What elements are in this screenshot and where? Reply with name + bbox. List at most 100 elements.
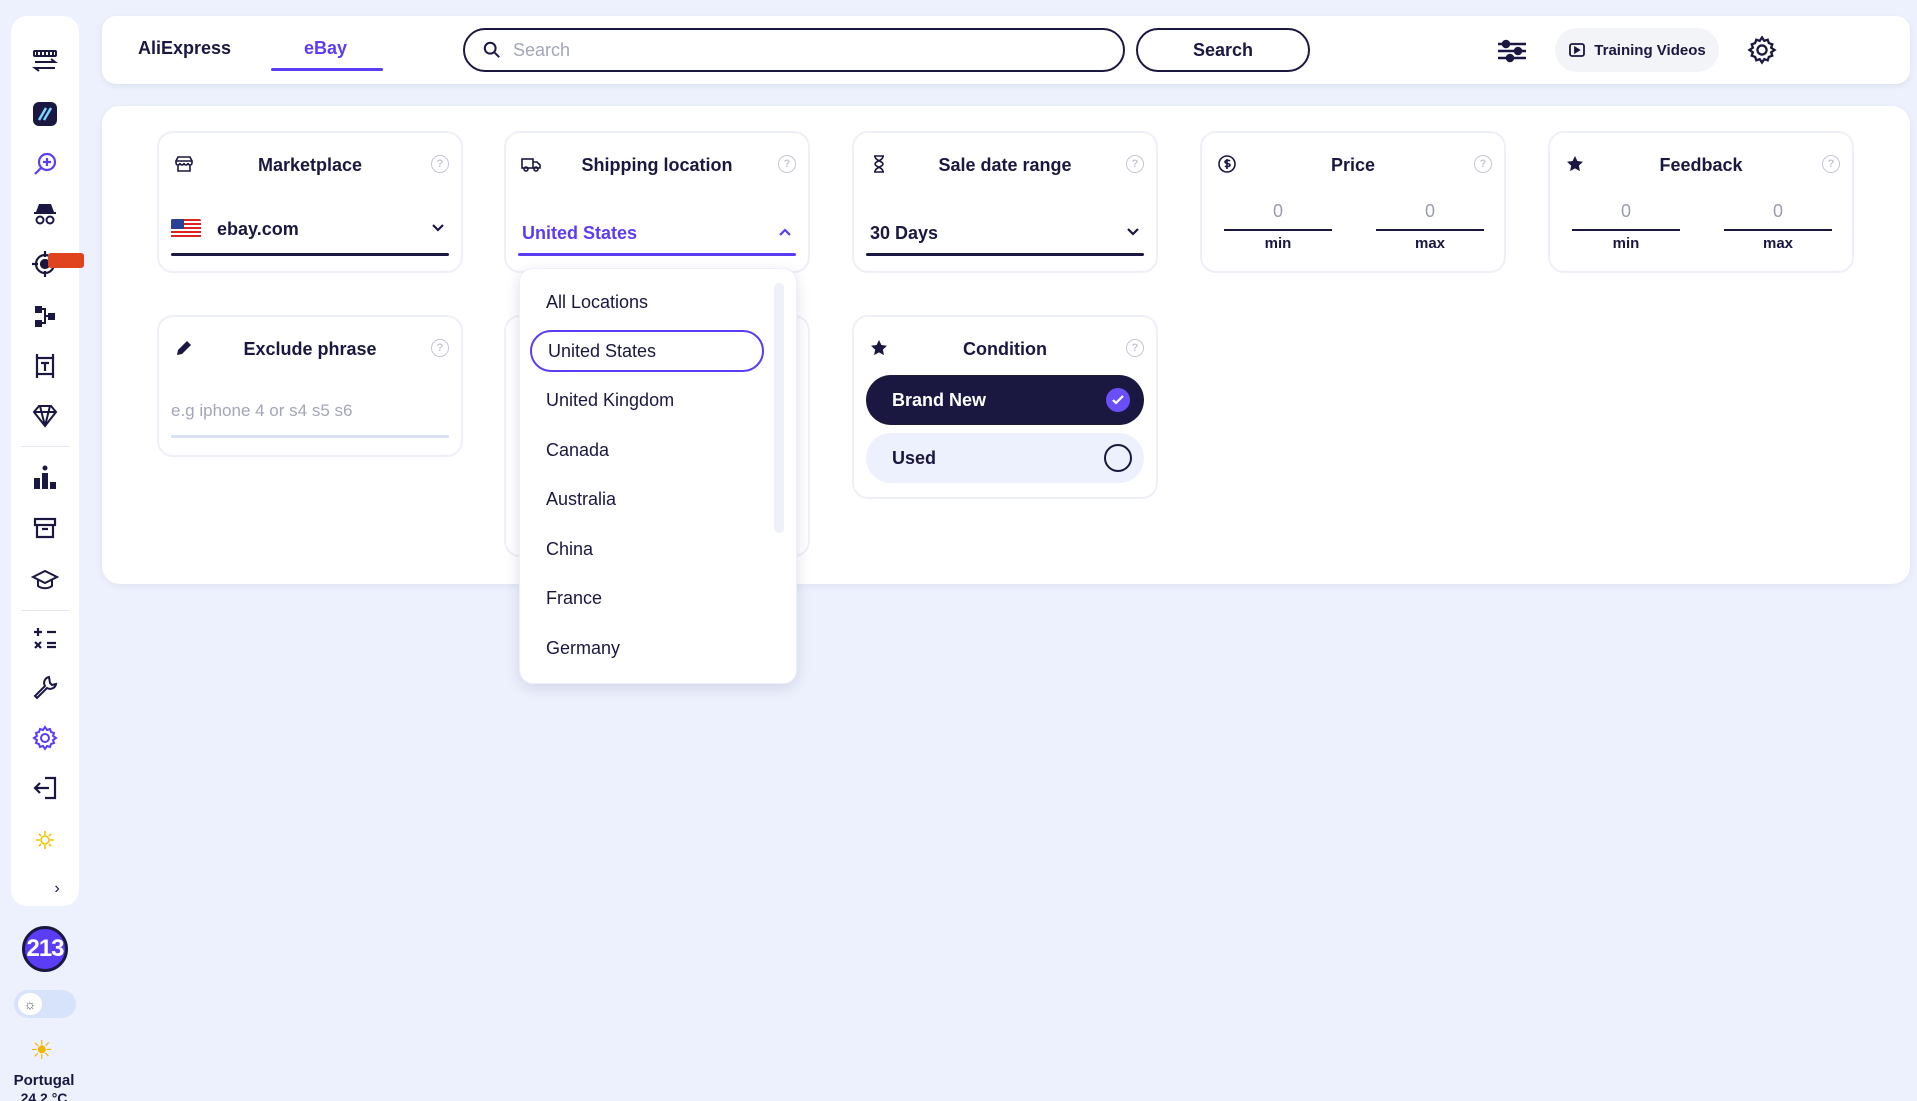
help-icon[interactable]: ?	[778, 155, 796, 173]
price-min-field[interactable]: 0 min	[1224, 201, 1332, 252]
dropdown-scrollbar[interactable]	[774, 283, 784, 533]
sidebar	[11, 16, 84, 906]
filter-sliders-icon[interactable]	[1496, 38, 1528, 64]
gear-icon[interactable]	[1746, 34, 1778, 66]
price-card: Price ? 0 min 0 max	[1200, 131, 1506, 273]
radio-icon	[1104, 444, 1132, 472]
shipping-location-underline	[518, 253, 796, 256]
theme-toggle[interactable]: ☼	[14, 990, 76, 1018]
topbar: AliExpress eBay Search Training Videos	[102, 16, 1910, 84]
feedback-max-label: max	[1762, 235, 1794, 252]
flow-icon[interactable]	[27, 298, 63, 334]
dropdown-option[interactable]: Germany	[530, 627, 764, 669]
dropdown-option[interactable]: China	[530, 528, 764, 570]
feedback-max-value[interactable]: 0	[1724, 201, 1832, 225]
feedback-max-underline	[1724, 229, 1832, 231]
feedback-min-value[interactable]: 0	[1572, 201, 1680, 225]
training-videos-label: Training Videos	[1594, 41, 1706, 59]
sale-date-range-title: Sale date range	[938, 155, 1072, 175]
us-flag-icon	[171, 219, 201, 239]
ranking-icon[interactable]	[27, 460, 63, 496]
crop-icon[interactable]	[27, 348, 63, 384]
settings-icon[interactable]	[27, 720, 63, 756]
marketplace-select[interactable]: ebay.com	[171, 209, 449, 249]
condition-card: Condition ? Brand New Used	[852, 315, 1158, 499]
sale-date-range-card: Sale date range ? 30 Days	[852, 131, 1158, 273]
help-icon[interactable]: ?	[1822, 155, 1840, 173]
price-min-label: min	[1264, 235, 1292, 252]
dropdown-option[interactable]: Australia	[530, 478, 764, 520]
feedback-title: Feedback	[1659, 155, 1743, 175]
marketplace-underline	[171, 253, 449, 256]
exclude-phrase-input[interactable]	[171, 401, 449, 421]
help-icon[interactable]: ?	[1474, 155, 1492, 173]
feedback-card: Feedback ? 0 min 0 max	[1548, 131, 1854, 273]
feedback-min-label: min	[1612, 235, 1640, 252]
marketplace-title: Marketplace	[257, 155, 363, 175]
dropdown-option-selected[interactable]: United States	[530, 330, 764, 372]
theme-light-icon: ☼	[18, 993, 42, 1015]
chevron-up-icon	[779, 228, 791, 236]
feedback-max-field[interactable]: 0 max	[1724, 201, 1832, 252]
app-logo-icon[interactable]	[27, 96, 63, 132]
training-videos-button[interactable]: Training Videos	[1555, 28, 1719, 72]
price-min-underline	[1224, 229, 1332, 231]
sidebar-divider	[21, 610, 69, 611]
dropdown-option[interactable]: United Kingdom	[530, 379, 764, 421]
exclude-phrase-title: Exclude phrase	[243, 339, 377, 359]
feedback-min-field[interactable]: 0 min	[1572, 201, 1680, 252]
search-product-icon[interactable]	[27, 146, 63, 182]
education-icon[interactable]	[27, 562, 63, 598]
exclude-phrase-underline	[171, 435, 449, 438]
condition-used-option[interactable]: Used	[866, 433, 1144, 483]
condition-used-label: Used	[892, 447, 937, 468]
tools-icon[interactable]	[27, 670, 63, 706]
dropdown-option[interactable]: Canada	[530, 429, 764, 471]
diamond-icon[interactable]	[27, 398, 63, 434]
price-min-value[interactable]: 0	[1224, 201, 1332, 225]
weather-city: Portugal	[13, 1072, 75, 1089]
search-icon	[483, 41, 500, 58]
condition-brand-new-label: Brand New	[892, 389, 987, 410]
sun-small-icon	[27, 822, 63, 858]
video-icon	[1569, 43, 1586, 57]
spy-icon[interactable]	[27, 196, 63, 232]
tab-aliexpress[interactable]: AliExpress	[138, 38, 231, 59]
chevron-down-icon	[1127, 228, 1139, 236]
logout-icon[interactable]	[27, 770, 63, 806]
collapse-sidebar-button[interactable]: ›	[46, 878, 68, 900]
help-icon[interactable]: ?	[431, 155, 449, 173]
dropdown-option[interactable]: All Locations	[530, 281, 764, 323]
swap-icon[interactable]	[27, 42, 63, 78]
search-input[interactable]	[513, 39, 1073, 61]
notification-tag	[48, 253, 84, 268]
help-icon[interactable]: ?	[1126, 155, 1144, 173]
search-box[interactable]	[463, 28, 1125, 72]
shipping-location-select[interactable]: United States	[518, 213, 796, 253]
sale-date-range-select[interactable]: 30 Days	[866, 213, 1144, 253]
weather-sun-icon: ☀	[30, 1035, 54, 1065]
condition-title: Condition	[963, 339, 1047, 359]
credits-avatar[interactable]: 213	[22, 926, 68, 972]
dropdown-option[interactable]: France	[530, 577, 764, 619]
archive-icon[interactable]	[27, 510, 63, 546]
marketplace-card: Marketplace ? ebay.com	[157, 131, 463, 273]
marketplace-value: ebay.com	[217, 218, 299, 239]
shipping-location-title: Shipping location	[581, 155, 733, 175]
checkmark-icon	[1106, 388, 1130, 412]
search-button[interactable]: Search	[1136, 28, 1310, 72]
price-max-value[interactable]: 0	[1376, 201, 1484, 225]
exclude-phrase-card: Exclude phrase ?	[157, 315, 463, 457]
weather-temp: 24.2 °C	[20, 1090, 68, 1101]
price-title: Price	[1330, 155, 1376, 175]
help-icon[interactable]: ?	[1126, 339, 1144, 357]
price-max-underline	[1376, 229, 1484, 231]
sale-date-range-underline	[866, 253, 1144, 256]
calculator-icon[interactable]	[27, 620, 63, 656]
feedback-min-underline	[1572, 229, 1680, 231]
tab-ebay[interactable]: eBay	[304, 38, 347, 59]
condition-brand-new-option[interactable]: Brand New	[866, 375, 1144, 425]
chevron-down-icon	[432, 224, 444, 232]
price-max-field[interactable]: 0 max	[1376, 201, 1484, 252]
help-icon[interactable]: ?	[431, 339, 449, 357]
